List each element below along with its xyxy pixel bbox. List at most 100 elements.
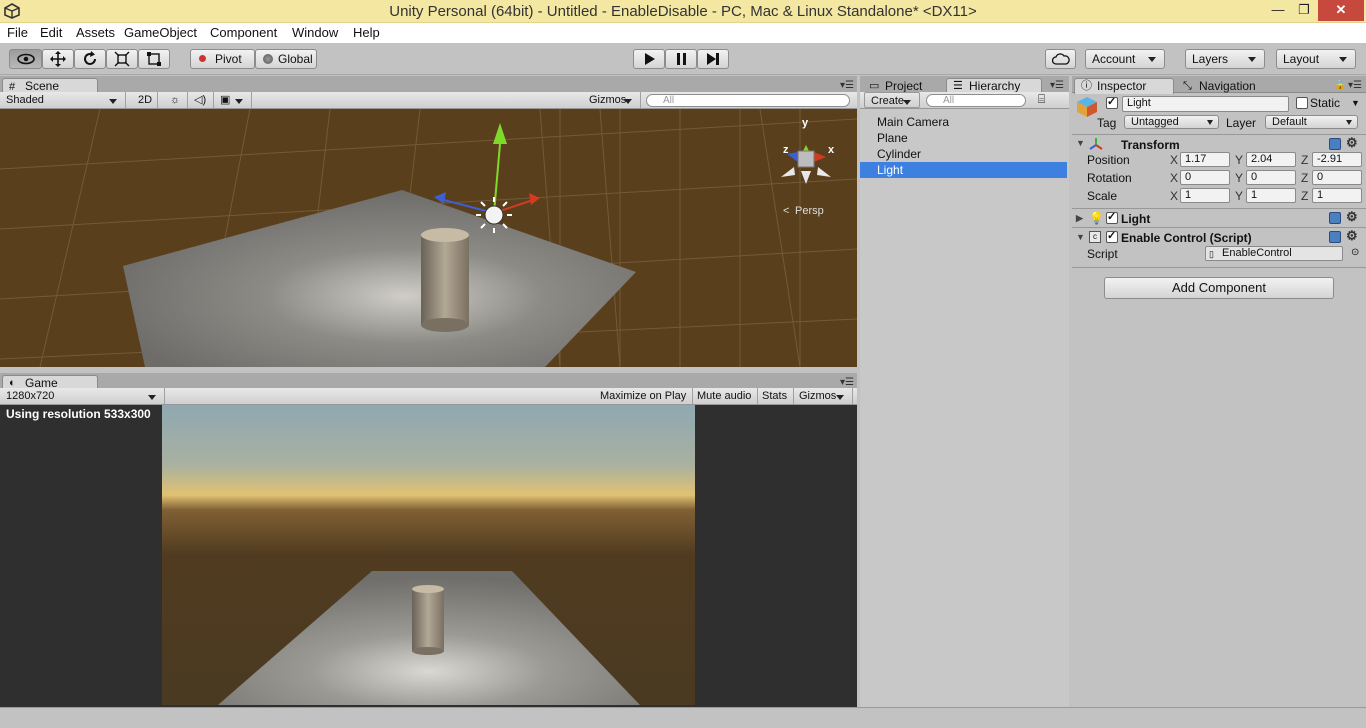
hierarchy-item-plane[interactable]: Plane (860, 130, 1069, 146)
scale-x-field[interactable]: 1 (1180, 188, 1230, 203)
scale-tool-button[interactable] (106, 49, 138, 69)
resolution-dropdown[interactable]: 1280x720 (0, 388, 165, 404)
move-arrows-icon (50, 51, 66, 67)
menu-help[interactable]: Help (353, 25, 380, 40)
hierarchy-item-cylinder[interactable]: Cylinder (860, 146, 1069, 162)
active-checkbox[interactable] (1106, 95, 1118, 109)
rotate-tool-button[interactable] (74, 49, 106, 69)
layers-label: Layers (1192, 52, 1229, 66)
static-checkbox[interactable] (1296, 97, 1308, 109)
menu-assets[interactable]: Assets (76, 25, 115, 40)
scale-y-field[interactable]: 1 (1246, 188, 1296, 203)
menu-file[interactable]: File (7, 25, 28, 40)
rect-tool-icon (147, 52, 161, 66)
scale-z-field[interactable]: 1 (1312, 188, 1362, 203)
maximize-on-play-toggle[interactable]: Maximize on Play (594, 388, 694, 404)
layout-label: Layout (1283, 52, 1320, 66)
inspector-panel-menu-icon[interactable]: ▾☰ (1348, 80, 1362, 91)
lock-icon[interactable]: 🔒 (1334, 80, 1346, 91)
script-component-header[interactable]: ▼ c Enable Control (Script) ⚙ (1072, 227, 1366, 246)
hierarchy-item-light[interactable]: Light (860, 162, 1067, 178)
game-panel: ◐ Game ▾☰ 1280x720 Maximize on Play Mute… (0, 373, 857, 707)
create-dropdown[interactable]: Create (864, 92, 920, 108)
hierarchy-panel-menu-icon[interactable]: ▾☰ (1050, 80, 1064, 91)
scene-audio-toggle[interactable]: ◁) (188, 92, 214, 108)
transform-axes-icon (1089, 138, 1103, 150)
account-dropdown[interactable]: Account (1085, 49, 1165, 69)
object-picker-icon[interactable]: ⊙ (1351, 247, 1359, 258)
play-button[interactable] (633, 49, 665, 69)
minimize-button[interactable]: — (1264, 0, 1292, 21)
script-enabled-checkbox[interactable] (1106, 229, 1118, 243)
add-component-button[interactable]: Add Component (1104, 277, 1334, 299)
script-value: EnableControl (1222, 247, 1292, 259)
gizmos-dropdown[interactable]: Gizmos (585, 92, 641, 108)
game-viewport[interactable]: Using resolution 533x300 (0, 405, 857, 707)
light-foldout-icon[interactable]: ▶ (1076, 213, 1083, 224)
script-foldout-icon[interactable]: ▼ (1076, 232, 1085, 242)
rotation-x-field[interactable]: 0 (1180, 170, 1230, 185)
hierarchy-item-main-camera[interactable]: Main Camera (860, 114, 1069, 130)
layer-dropdown[interactable]: Default (1265, 115, 1358, 129)
scene-viewport[interactable]: y x z < Persp (0, 109, 857, 367)
static-dropdown-icon[interactable]: ▼ (1351, 98, 1360, 108)
close-button[interactable]: ✕ (1318, 0, 1364, 21)
axis-y-label: y (802, 117, 809, 129)
script-object-field[interactable]: ▯ EnableControl (1205, 246, 1343, 261)
inspector-panel: ⓘ Inspector ⤡ Navigation 🔒 ▾☰ Light Stat… (1072, 76, 1366, 707)
scale-z-axis: Z (1301, 189, 1309, 203)
tab-navigation[interactable]: ⤡ Navigation (1176, 78, 1286, 94)
script-gear-icon[interactable]: ⚙ (1346, 228, 1358, 244)
position-y-field[interactable]: 2.04 (1246, 152, 1296, 167)
light-help-icon[interactable] (1329, 212, 1341, 224)
position-x-axis: X (1170, 153, 1179, 167)
script-help-icon[interactable] (1329, 231, 1341, 243)
transform-help-icon[interactable] (1329, 138, 1341, 150)
light-gear-icon[interactable]: ⚙ (1346, 209, 1358, 225)
stats-toggle[interactable]: Stats (756, 388, 795, 404)
layout-dropdown[interactable]: Layout (1276, 49, 1356, 69)
scene-effects-dropdown[interactable]: ▣ (214, 92, 252, 108)
game-gizmos-dropdown[interactable]: Gizmos (793, 388, 853, 404)
scene-search-input[interactable]: All (646, 94, 850, 107)
rotation-z-axis: Z (1301, 171, 1309, 185)
game-panel-menu-icon[interactable]: ▾☰ (840, 377, 854, 388)
filter-icon[interactable]: ⌸ (1038, 92, 1045, 107)
maximize-button[interactable]: ❐ (1290, 0, 1318, 21)
pause-button[interactable] (665, 49, 697, 69)
cloud-button[interactable] (1045, 49, 1076, 69)
rotation-y-field[interactable]: 0 (1246, 170, 1296, 185)
tag-dropdown[interactable]: Untagged (1124, 115, 1219, 129)
transform-header[interactable]: ▼ Transform ⚙ (1072, 134, 1366, 153)
hierarchy-search-input[interactable]: All (926, 94, 1026, 107)
position-x-field[interactable]: 1.17 (1180, 152, 1230, 167)
global-toggle[interactable]: Global (255, 49, 317, 69)
tab-inspector[interactable]: ⓘ Inspector (1074, 78, 1174, 94)
rotation-z-field[interactable]: 0 (1312, 170, 1362, 185)
scene-panel-menu-icon[interactable]: ▾☰ (840, 80, 854, 91)
pivot-toggle[interactable]: Pivot (190, 49, 255, 69)
transform-foldout-icon[interactable]: ▼ (1076, 138, 1085, 148)
layers-dropdown[interactable]: Layers (1185, 49, 1265, 69)
shading-mode-dropdown[interactable]: Shaded (0, 92, 126, 108)
menu-component[interactable]: Component (210, 25, 277, 40)
view-tool-button[interactable] (9, 49, 42, 69)
menu-gameobject[interactable]: GameObject (124, 25, 197, 40)
rect-tool-button[interactable] (138, 49, 170, 69)
menu-window[interactable]: Window (292, 25, 338, 40)
step-button[interactable] (697, 49, 729, 69)
2d-toggle[interactable]: 2D (132, 92, 158, 108)
light-enabled-checkbox[interactable] (1106, 210, 1118, 224)
sun-icon: ☼ (170, 94, 181, 106)
move-tool-button[interactable] (42, 49, 74, 69)
projection-label[interactable]: Persp (795, 205, 824, 217)
gizmos-label: Gizmos (589, 94, 627, 106)
light-component-header[interactable]: ▶ 💡 Light ⚙ (1072, 208, 1366, 227)
scene-lighting-toggle[interactable]: ☼ (164, 92, 188, 108)
mute-audio-toggle[interactable]: Mute audio (691, 388, 759, 404)
object-name-field[interactable]: Light (1122, 96, 1289, 112)
transform-gear-icon[interactable]: ⚙ (1346, 135, 1358, 151)
menu-edit[interactable]: Edit (40, 25, 62, 40)
position-z-field[interactable]: -2.91 (1312, 152, 1362, 167)
pivot-icon (199, 55, 206, 62)
